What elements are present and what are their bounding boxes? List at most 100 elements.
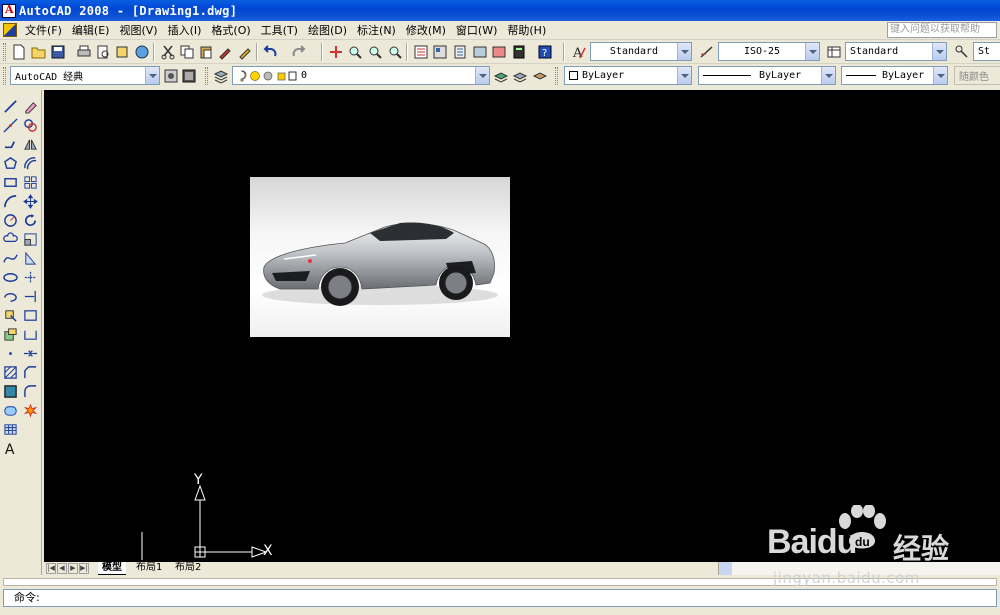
tab-model[interactable]: 模型 <box>98 562 126 575</box>
undo-icon[interactable] <box>262 43 280 61</box>
break-icon[interactable] <box>21 325 39 343</box>
toolbar-grip[interactable] <box>555 67 558 85</box>
make-object-layer-current-icon[interactable] <box>492 67 510 85</box>
chevron-down-icon[interactable] <box>932 43 946 60</box>
ellipse-icon[interactable] <box>1 268 19 286</box>
prev-tab-icon[interactable]: ◀ <box>57 563 67 574</box>
copy-object-icon[interactable] <box>21 116 39 134</box>
toolbar-grip[interactable] <box>3 67 6 85</box>
toolbar-grip[interactable] <box>3 43 6 61</box>
menu-help[interactable]: 帮助(H) <box>502 22 551 39</box>
array-icon[interactable] <box>21 173 39 191</box>
table-style-select[interactable]: Standard <box>845 42 947 61</box>
properties-icon[interactable] <box>412 43 430 61</box>
chevron-down-icon[interactable] <box>805 43 819 60</box>
menu-window[interactable]: 窗口(W) <box>451 22 502 39</box>
autocad-app-icon[interactable] <box>2 3 16 18</box>
next-tab-icon[interactable]: ▶ <box>68 563 78 574</box>
match-properties-icon[interactable] <box>216 43 234 61</box>
dimension-style-select[interactable]: ISO-25 <box>718 42 820 61</box>
text-style-icon[interactable]: A <box>570 43 588 61</box>
my-workspace-icon[interactable] <box>180 67 198 85</box>
markup-set-manager-icon[interactable] <box>490 43 508 61</box>
chevron-down-icon[interactable] <box>677 67 691 84</box>
chevron-down-icon[interactable] <box>145 67 159 84</box>
cut-icon[interactable] <box>159 43 177 61</box>
polyline-icon[interactable] <box>1 135 19 153</box>
construction-line-icon[interactable] <box>1 116 19 134</box>
plot-style-control-select[interactable]: 随颜色 <box>954 66 1000 85</box>
layer-manager-icon[interactable] <box>212 67 230 85</box>
erase-icon[interactable] <box>21 97 39 115</box>
scale-icon[interactable] <box>21 230 39 248</box>
menu-draw[interactable]: 绘图(D) <box>303 22 352 39</box>
extend-icon[interactable] <box>21 287 39 305</box>
publish-icon[interactable] <box>113 43 131 61</box>
menu-format[interactable]: 格式(O) <box>206 22 255 39</box>
last-tab-icon[interactable]: ▶| <box>79 563 89 574</box>
trim-icon[interactable] <box>21 268 39 286</box>
tool-palettes-icon[interactable] <box>451 43 469 61</box>
chevron-down-icon[interactable] <box>475 67 489 84</box>
text-style-select[interactable]: Standard <box>590 42 692 61</box>
chevron-down-icon[interactable] <box>677 43 691 60</box>
break-at-point-icon[interactable] <box>21 306 39 324</box>
menu-file[interactable]: 文件(F) <box>20 22 67 39</box>
layer-previous-icon[interactable] <box>511 67 529 85</box>
layer-select[interactable]: 0 <box>232 66 490 85</box>
first-tab-icon[interactable]: |◀ <box>46 563 56 574</box>
chevron-down-icon[interactable] <box>933 67 947 84</box>
workspace-select[interactable]: AutoCAD 经典 <box>10 66 160 85</box>
layer-states-icon[interactable] <box>531 67 549 85</box>
quickcalc-icon[interactable] <box>510 43 528 61</box>
spline-icon[interactable] <box>1 249 19 267</box>
pan-realtime-icon[interactable] <box>327 43 345 61</box>
paste-icon[interactable] <box>197 43 215 61</box>
fillet-icon[interactable] <box>21 382 39 400</box>
point-icon[interactable] <box>1 344 19 362</box>
stretch-icon[interactable] <box>21 249 39 267</box>
toolbar-grip[interactable] <box>205 67 208 85</box>
workspace-settings-icon[interactable] <box>162 67 180 85</box>
3d-dwf-icon[interactable] <box>133 43 151 61</box>
open-icon[interactable] <box>30 43 48 61</box>
multileader-style-icon[interactable] <box>953 43 971 61</box>
ellipse-arc-icon[interactable] <box>1 287 19 305</box>
gradient-icon[interactable] <box>1 382 19 400</box>
move-icon[interactable] <box>21 192 39 210</box>
mirror-icon[interactable] <box>21 135 39 153</box>
lineweight-control-select[interactable]: ByLayer <box>841 66 948 85</box>
document-icon[interactable] <box>3 23 17 37</box>
tab-layout1[interactable]: 布局1 <box>132 562 166 575</box>
save-icon[interactable] <box>49 43 67 61</box>
chamfer-icon[interactable] <box>21 363 39 381</box>
menu-edit[interactable]: 编辑(E) <box>67 22 115 39</box>
multileader-style-select[interactable]: St <box>973 42 1000 61</box>
menu-dimension[interactable]: 标注(N) <box>352 22 401 39</box>
polygon-icon[interactable] <box>1 154 19 172</box>
revision-cloud-icon[interactable] <box>1 230 19 248</box>
linetype-control-select[interactable]: ByLayer <box>698 66 836 85</box>
sheet-set-manager-icon[interactable] <box>471 43 489 61</box>
circle-icon[interactable] <box>1 211 19 229</box>
menu-insert[interactable]: 插入(I) <box>163 22 207 39</box>
chevron-down-icon[interactable] <box>821 67 835 84</box>
dimension-style-icon[interactable] <box>698 43 716 61</box>
help-search-input[interactable]: 键入问题以获取帮助 <box>887 22 997 38</box>
redo-icon[interactable] <box>289 43 307 61</box>
offset-icon[interactable] <box>21 154 39 172</box>
drawing-area[interactable]: Y X <box>44 90 1000 562</box>
join-icon[interactable] <box>21 344 39 362</box>
make-block-icon[interactable] <box>1 325 19 343</box>
design-center-icon[interactable] <box>431 43 449 61</box>
hatch-icon[interactable] <box>1 363 19 381</box>
tab-layout2[interactable]: 布局2 <box>171 562 205 575</box>
rotate-icon[interactable] <box>21 211 39 229</box>
color-control-select[interactable]: ByLayer <box>564 66 692 85</box>
command-input[interactable]: 命令: <box>3 589 997 607</box>
zoom-realtime-icon[interactable] <box>346 43 364 61</box>
multiline-text-icon[interactable]: A <box>1 439 19 457</box>
plot-preview-icon[interactable] <box>94 43 112 61</box>
menu-modify[interactable]: 修改(M) <box>401 22 451 39</box>
insert-block-icon[interactable] <box>1 306 19 324</box>
